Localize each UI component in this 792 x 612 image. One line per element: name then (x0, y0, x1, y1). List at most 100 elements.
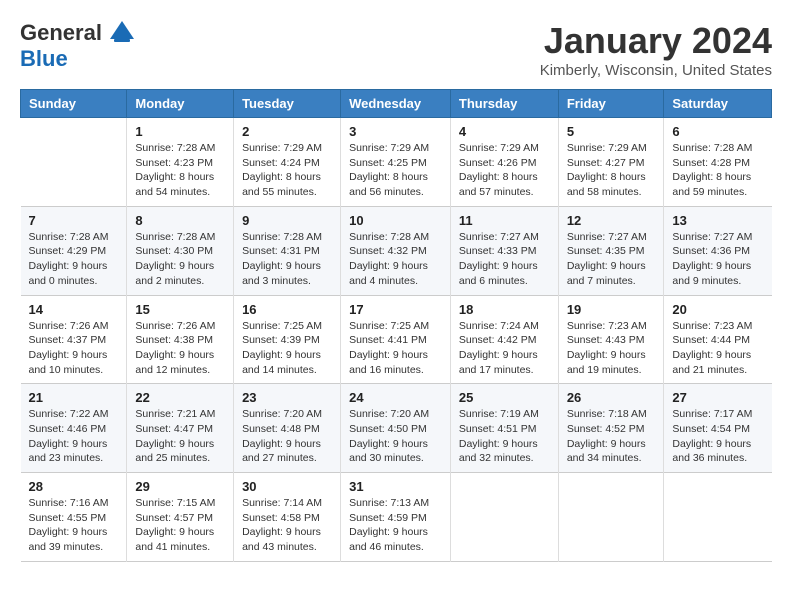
cell-w3-d2: 15 Sunrise: 7:26 AM Sunset: 4:38 PM Dayli… (127, 295, 234, 384)
day-info: Sunrise: 7:28 AM Sunset: 4:32 PM Dayligh… (349, 230, 442, 289)
cell-w4-d3: 23Sunrise: 7:20 AM Sunset: 4:48 PM Dayli… (234, 384, 341, 473)
cell-w1-d1 (21, 118, 127, 207)
day-info: Sunrise: 7:24 AM Sunset: 4:42 PM Dayligh… (459, 319, 550, 378)
day-number: 23 (242, 390, 332, 405)
day-info: Sunrise: 7:28 AM Sunset: 4:28 PM Dayligh… (672, 141, 763, 200)
cell-w4-d7: 27 Sunrise: 7:17 AM Sunset: 4:54 PM Dayli… (664, 384, 772, 473)
cell-w4-d1: 21 Sunrise: 7:22 AM Sunset: 4:46 PM Dayli… (21, 384, 127, 473)
calendar-header-row: Sunday Monday Tuesday Wednesday Thursday… (21, 90, 772, 118)
week-row-2: 7 Sunrise: 7:28 AM Sunset: 4:29 PM Daylig… (21, 206, 772, 295)
cell-w2-d6: 12 Sunrise: 7:27 AM Sunset: 4:35 PM Dayli… (558, 206, 664, 295)
day-number: 21 (29, 390, 119, 405)
day-info: Sunrise: 7:29 AM Sunset: 4:24 PM Dayligh… (242, 141, 332, 200)
calendar-table: Sunday Monday Tuesday Wednesday Thursday… (20, 89, 772, 562)
cell-w5-d1: 28 Sunrise: 7:16 AM Sunset: 4:55 PM Dayli… (21, 473, 127, 562)
day-info: Sunrise: 7:13 AM Sunset: 4:59 PM Dayligh… (349, 496, 442, 555)
header-wednesday: Wednesday (341, 90, 451, 118)
day-info: Sunrise: 7:27 AM Sunset: 4:35 PM Dayligh… (567, 230, 656, 289)
header-saturday: Saturday (664, 90, 772, 118)
cell-w5-d2: 29Sunrise: 7:15 AM Sunset: 4:57 PM Dayli… (127, 473, 234, 562)
day-info: Sunrise: 7:23 AM Sunset: 4:44 PM Dayligh… (672, 319, 763, 378)
day-info: Sunrise: 7:29 AM Sunset: 4:26 PM Dayligh… (459, 141, 550, 200)
day-info: Sunrise: 7:29 AM Sunset: 4:25 PM Dayligh… (349, 141, 442, 200)
week-row-4: 21 Sunrise: 7:22 AM Sunset: 4:46 PM Dayli… (21, 384, 772, 473)
day-number: 28 (29, 479, 119, 494)
day-number: 13 (672, 213, 763, 228)
cell-w1-d3: 2 Sunrise: 7:29 AM Sunset: 4:24 PM Daylig… (234, 118, 341, 207)
logo-icon (104, 17, 140, 45)
cell-w1-d2: 1 Sunrise: 7:28 AM Sunset: 4:23 PM Daylig… (127, 118, 234, 207)
day-info: Sunrise: 7:27 AM Sunset: 4:36 PM Dayligh… (672, 230, 763, 289)
day-info: Sunrise: 7:23 AM Sunset: 4:43 PM Dayligh… (567, 319, 656, 378)
day-info: Sunrise: 7:28 AM Sunset: 4:23 PM Dayligh… (135, 141, 225, 200)
day-info: Sunrise: 7:29 AM Sunset: 4:27 PM Dayligh… (567, 141, 656, 200)
cell-w1-d6: 5 Sunrise: 7:29 AM Sunset: 4:27 PM Daylig… (558, 118, 664, 207)
day-number: 15 (135, 302, 225, 317)
header-tuesday: Tuesday (234, 90, 341, 118)
day-info: Sunrise: 7:25 AM Sunset: 4:41 PM Dayligh… (349, 319, 442, 378)
day-number: 8 (135, 213, 225, 228)
page-header: General Blue January 2024 Kimberly, Wisc… (20, 20, 772, 79)
cell-w3-d6: 19 Sunrise: 7:23 AM Sunset: 4:43 PM Dayli… (558, 295, 664, 384)
day-number: 27 (672, 390, 763, 405)
day-number: 3 (349, 124, 442, 139)
day-info: Sunrise: 7:28 AM Sunset: 4:31 PM Dayligh… (242, 230, 332, 289)
cell-w5-d3: 30 Sunrise: 7:14 AM Sunset: 4:58 PM Dayli… (234, 473, 341, 562)
cell-w4-d5: 25Sunrise: 7:19 AM Sunset: 4:51 PM Dayli… (450, 384, 558, 473)
cell-w3-d3: 16 Sunrise: 7:25 AM Sunset: 4:39 PM Dayli… (234, 295, 341, 384)
day-info: Sunrise: 7:22 AM Sunset: 4:46 PM Dayligh… (29, 407, 119, 466)
day-info: Sunrise: 7:16 AM Sunset: 4:55 PM Dayligh… (29, 496, 119, 555)
title-block: January 2024 Kimberly, Wisconsin, United… (540, 20, 772, 79)
day-number: 7 (29, 213, 119, 228)
day-number: 26 (567, 390, 656, 405)
cell-w5-d5 (450, 473, 558, 562)
header-friday: Friday (558, 90, 664, 118)
day-number: 5 (567, 124, 656, 139)
day-number: 1 (135, 124, 225, 139)
day-number: 12 (567, 213, 656, 228)
cell-w4-d2: 22 Sunrise: 7:21 AM Sunset: 4:47 PM Dayli… (127, 384, 234, 473)
day-info: Sunrise: 7:26 AM Sunset: 4:38 PM Dayligh… (135, 319, 225, 378)
logo-blue-text: Blue (20, 46, 68, 71)
cell-w1-d7: 6 Sunrise: 7:28 AM Sunset: 4:28 PM Daylig… (664, 118, 772, 207)
day-number: 22 (135, 390, 225, 405)
day-number: 19 (567, 302, 656, 317)
day-info: Sunrise: 7:17 AM Sunset: 4:54 PM Dayligh… (672, 407, 763, 466)
day-info: Sunrise: 7:20 AM Sunset: 4:50 PM Dayligh… (349, 407, 442, 466)
day-number: 17 (349, 302, 442, 317)
day-number: 2 (242, 124, 332, 139)
calendar-body: 1 Sunrise: 7:28 AM Sunset: 4:23 PM Daylig… (21, 118, 772, 562)
day-number: 16 (242, 302, 332, 317)
cell-w3-d1: 14 Sunrise: 7:26 AM Sunset: 4:37 PM Dayli… (21, 295, 127, 384)
day-number: 20 (672, 302, 763, 317)
calendar-title: January 2024 (540, 20, 772, 62)
day-number: 6 (672, 124, 763, 139)
cell-w2-d2: 8Sunrise: 7:28 AM Sunset: 4:30 PM Daylig… (127, 206, 234, 295)
cell-w2-d1: 7 Sunrise: 7:28 AM Sunset: 4:29 PM Daylig… (21, 206, 127, 295)
cell-w2-d5: 11Sunrise: 7:27 AM Sunset: 4:33 PM Dayli… (450, 206, 558, 295)
cell-w3-d5: 18 Sunrise: 7:24 AM Sunset: 4:42 PM Dayli… (450, 295, 558, 384)
day-info: Sunrise: 7:28 AM Sunset: 4:29 PM Dayligh… (29, 230, 119, 289)
day-number: 4 (459, 124, 550, 139)
day-number: 11 (459, 213, 550, 228)
day-number: 25 (459, 390, 550, 405)
calendar-location: Kimberly, Wisconsin, United States (540, 62, 772, 79)
cell-w5-d7 (664, 473, 772, 562)
day-number: 14 (29, 302, 119, 317)
day-number: 18 (459, 302, 550, 317)
cell-w2-d4: 10 Sunrise: 7:28 AM Sunset: 4:32 PM Dayli… (341, 206, 451, 295)
cell-w3-d7: 20 Sunrise: 7:23 AM Sunset: 4:44 PM Dayli… (664, 295, 772, 384)
week-row-5: 28 Sunrise: 7:16 AM Sunset: 4:55 PM Dayli… (21, 473, 772, 562)
cell-w1-d4: 3 Sunrise: 7:29 AM Sunset: 4:25 PM Daylig… (341, 118, 451, 207)
day-info: Sunrise: 7:21 AM Sunset: 4:47 PM Dayligh… (135, 407, 225, 466)
cell-w4-d6: 26Sunrise: 7:18 AM Sunset: 4:52 PM Dayli… (558, 384, 664, 473)
cell-w5-d4: 31Sunrise: 7:13 AM Sunset: 4:59 PM Dayli… (341, 473, 451, 562)
day-info: Sunrise: 7:14 AM Sunset: 4:58 PM Dayligh… (242, 496, 332, 555)
day-number: 30 (242, 479, 332, 494)
day-number: 10 (349, 213, 442, 228)
logo-general-text: General (20, 20, 102, 46)
day-info: Sunrise: 7:25 AM Sunset: 4:39 PM Dayligh… (242, 319, 332, 378)
header-thursday: Thursday (450, 90, 558, 118)
day-number: 9 (242, 213, 332, 228)
day-info: Sunrise: 7:26 AM Sunset: 4:37 PM Dayligh… (29, 319, 119, 378)
